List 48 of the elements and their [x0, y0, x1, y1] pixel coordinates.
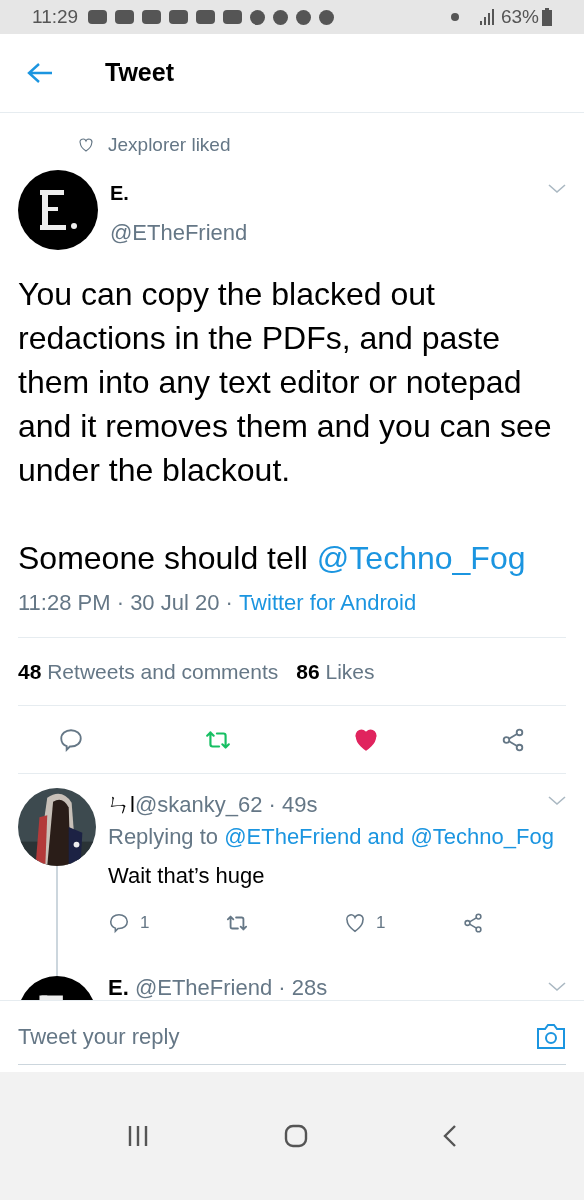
comment-icon[interactable] — [108, 911, 130, 934]
app-notification-icon — [296, 9, 312, 25]
replying-to-text: Replying to @ETheFriend and @Techno_Fog — [108, 823, 555, 851]
like-count: 1 — [376, 912, 386, 934]
source-link[interactable]: Twitter for Android — [238, 585, 417, 619]
likes-count[interactable]: 86 Likes — [296, 655, 375, 687]
signal-icon — [450, 9, 495, 25]
reply-handle-age: @skanky_62 · 49s — [134, 792, 318, 817]
reply-author-name: E. — [108, 976, 129, 1000]
tweet-text: Someone should tell @Techno_Fog — [18, 538, 527, 578]
back-icon[interactable] — [442, 1125, 457, 1147]
mention-link[interactable]: @Techno_Fog — [316, 539, 526, 576]
app-notification-icon — [196, 10, 216, 24]
tweet-text: You can copy the blacked out redactions in the PDFs, and paste them into any text editor or notepad and it removes them and you can see under the blackout. — [18, 274, 553, 490]
reply-author-name: ㄣl — [108, 792, 135, 817]
mention-link[interactable]: @Techno_Fog — [410, 824, 554, 849]
app-notification-icon — [88, 10, 108, 24]
reply-handle-age: @ETheFriend · 28s — [134, 976, 328, 1000]
mention-link[interactable]: @ETheFriend — [224, 824, 362, 849]
clock-text: 11:29 — [32, 4, 79, 29]
heart-icon[interactable] — [344, 911, 366, 934]
heart-icon[interactable] — [352, 726, 379, 753]
app-notification-icon — [319, 9, 335, 25]
heart-icon[interactable] — [78, 137, 94, 154]
tweet-timestamp: 11:28 PM · 30 Jul 20 · — [18, 588, 233, 617]
reply-text: Wait that’s huge — [108, 862, 266, 890]
app-notification-icon — [273, 9, 289, 25]
app-notification-icon — [223, 10, 243, 24]
back-arrow-icon[interactable] — [27, 62, 53, 84]
camera-icon[interactable] — [536, 1022, 566, 1050]
author-name: E. — [110, 180, 130, 206]
app-notification-icon — [115, 10, 135, 24]
app-notification-icon — [142, 10, 162, 24]
comment-icon[interactable] — [58, 726, 84, 753]
share-icon[interactable] — [462, 911, 484, 934]
reply-input-field[interactable]: Tweet your reply — [18, 1019, 536, 1053]
app-notification-icon — [169, 10, 189, 24]
header-title: Tweet — [105, 57, 174, 89]
recent-apps-icon[interactable] — [127, 1126, 150, 1146]
author-handle: @ETheFriend — [110, 218, 249, 247]
home-icon[interactable] — [284, 1124, 308, 1148]
reply-count: 1 — [140, 912, 150, 934]
battery-text: 63% — [500, 4, 539, 29]
share-icon[interactable] — [500, 726, 526, 753]
battery-icon — [542, 8, 552, 26]
retweets-count[interactable]: 48 Retweets and comments — [18, 655, 279, 687]
app-notification-icon — [250, 9, 266, 25]
liked-by-text: Jexplorer liked — [108, 133, 231, 157]
